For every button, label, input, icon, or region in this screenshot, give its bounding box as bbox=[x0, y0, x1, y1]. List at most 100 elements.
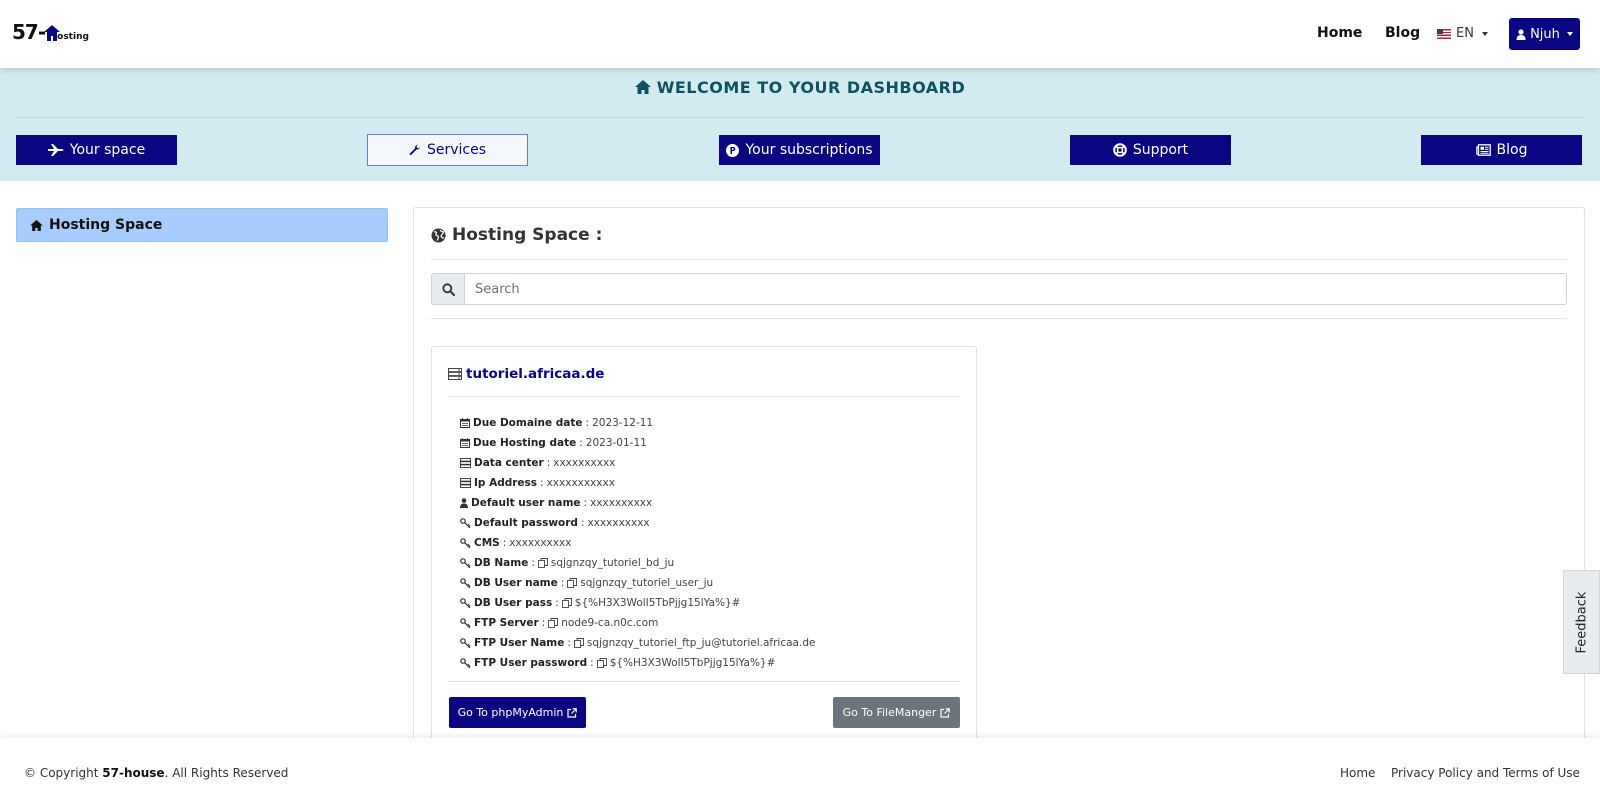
language-dropdown[interactable]: EN bbox=[1437, 26, 1488, 41]
info-row: DB User pass: ${%H3X3WolI5TbPjjg15lYa%}# bbox=[460, 593, 815, 613]
info-label: DB User pass bbox=[474, 597, 553, 609]
copy-icon[interactable] bbox=[537, 558, 548, 568]
info-row: CMS: xxxxxxxxxx bbox=[460, 533, 815, 553]
site-divider bbox=[448, 396, 960, 397]
company-name: 57-house bbox=[102, 766, 165, 780]
info-label: FTP User Name bbox=[474, 637, 565, 649]
site-logo[interactable]: 57- osting bbox=[12, 20, 89, 44]
parking-icon bbox=[726, 143, 740, 157]
server-icon bbox=[460, 458, 471, 468]
info-separator: : bbox=[541, 617, 546, 629]
info-label: Ip Address bbox=[474, 477, 538, 489]
info-label: DB Name bbox=[474, 557, 529, 569]
sidebar-item-hosting-space[interactable]: Hosting Space bbox=[16, 208, 388, 242]
external-link-icon bbox=[940, 707, 951, 718]
key-icon bbox=[460, 658, 471, 668]
copy-icon[interactable] bbox=[567, 578, 578, 588]
info-row: DB Name: sqjgnzqy_tutoriel_bd_ju bbox=[460, 553, 815, 573]
footer: © Copyright 57-house. All Rights Reserve… bbox=[0, 738, 1600, 805]
newspaper-icon bbox=[1475, 144, 1491, 156]
info-row: FTP Server: node9-ca.n0c.com bbox=[460, 613, 815, 633]
us-flag-icon bbox=[1437, 28, 1451, 39]
hosting-space-card: Hosting Space : tutoriel.africaa.de Due … bbox=[413, 207, 1585, 747]
info-separator: : bbox=[585, 417, 590, 429]
services-button[interactable]: Services bbox=[367, 134, 528, 166]
nav-link-blog[interactable]: Blog bbox=[1385, 25, 1420, 41]
sidebar-item-label: Hosting Space bbox=[49, 217, 163, 233]
your-space-button[interactable]: Your space bbox=[16, 135, 177, 165]
copy-icon[interactable] bbox=[561, 598, 572, 608]
user-icon bbox=[1516, 28, 1526, 40]
user-name: Njuh bbox=[1530, 26, 1560, 42]
info-separator: : bbox=[502, 537, 507, 549]
info-row: Data center: xxxxxxxxxx bbox=[460, 453, 815, 473]
subscriptions-button[interactable]: Your subscriptions bbox=[719, 135, 880, 165]
info-value: sqjgnzqy_tutoriel_bd_ju bbox=[550, 557, 675, 569]
info-row: DB User name: sqjgnzqy_tutoriel_user_ju bbox=[460, 573, 815, 593]
copy-icon[interactable] bbox=[548, 618, 559, 628]
info-value: xxxxxxxxxx bbox=[553, 457, 616, 469]
info-label: DB User name bbox=[474, 577, 558, 589]
copyright-text: © Copyright 57-house. All Rights Reserve… bbox=[24, 766, 289, 780]
footer-link-privacy[interactable]: Privacy Policy and Terms of Use bbox=[1391, 766, 1580, 780]
server-icon bbox=[460, 478, 471, 488]
info-row: Due Hosting date:2023-01-11 bbox=[460, 433, 815, 453]
footer-link-home[interactable]: Home bbox=[1340, 766, 1375, 780]
blog-button[interactable]: Blog bbox=[1421, 135, 1582, 165]
info-label: Data center bbox=[474, 457, 544, 469]
feedback-tab[interactable]: Feedback bbox=[1563, 570, 1600, 674]
copy-icon[interactable] bbox=[596, 658, 607, 668]
phpmyadmin-button[interactable]: Go To phpMyAdmin bbox=[449, 697, 586, 728]
site-info-list: Due Domaine date:2023-12-11 Due Hosting d… bbox=[460, 413, 815, 673]
search-divider bbox=[431, 318, 1567, 319]
chevron-down-icon bbox=[1566, 32, 1573, 36]
info-separator: : bbox=[590, 657, 594, 669]
info-label: FTP User password bbox=[474, 657, 588, 669]
globe-icon bbox=[431, 228, 446, 242]
info-separator: : bbox=[560, 577, 565, 589]
dashboard-title: WELCOME TO YOUR DASHBOARD bbox=[0, 78, 1600, 97]
fighter-jet-icon bbox=[47, 144, 64, 156]
home-icon bbox=[634, 80, 651, 94]
info-separator: : bbox=[579, 437, 583, 449]
calendar-icon bbox=[460, 438, 470, 448]
key-icon bbox=[460, 638, 471, 648]
language-label: EN bbox=[1456, 26, 1474, 41]
copy-icon[interactable] bbox=[573, 638, 584, 648]
filemanager-button[interactable]: Go To FileManger bbox=[833, 697, 960, 728]
logo-word: osting bbox=[57, 32, 89, 42]
info-row: FTP User password: ${%H3X3WolI5TbPjjg15lY… bbox=[460, 653, 815, 673]
page-title: Hosting Space : bbox=[431, 225, 602, 245]
site-domain-title[interactable]: tutoriel.africaa.de bbox=[448, 366, 604, 382]
search-button[interactable] bbox=[431, 273, 465, 305]
key-icon bbox=[460, 578, 471, 588]
info-separator: : bbox=[531, 557, 535, 569]
user-icon bbox=[460, 498, 468, 508]
info-separator: : bbox=[555, 597, 559, 609]
server-icon bbox=[448, 368, 462, 380]
info-row: Default user name: xxxxxxxxxx bbox=[460, 493, 815, 513]
title-divider bbox=[431, 259, 1567, 260]
dashboard-bar: WELCOME TO YOUR DASHBOARD Your space Ser… bbox=[0, 68, 1600, 181]
dashboard-divider bbox=[16, 117, 1584, 118]
key-icon bbox=[460, 618, 471, 628]
info-value: 2023-01-11 bbox=[585, 437, 647, 449]
info-value: xxxxxxxxxx bbox=[509, 537, 572, 549]
search-input[interactable] bbox=[465, 273, 1567, 305]
search-icon bbox=[441, 282, 455, 296]
support-button[interactable]: Support bbox=[1070, 135, 1231, 165]
info-value: xxxxxxxxxxx bbox=[546, 477, 615, 489]
info-row: Due Domaine date:2023-12-11 bbox=[460, 413, 815, 433]
info-value: xxxxxxxxxx bbox=[590, 497, 653, 509]
logo-number: 57- bbox=[12, 20, 46, 44]
info-value: 2023-12-11 bbox=[592, 417, 654, 429]
nav-link-home[interactable]: Home bbox=[1317, 25, 1362, 41]
info-label: Default password bbox=[474, 517, 578, 529]
info-label: Due Hosting date bbox=[473, 437, 577, 449]
info-separator: : bbox=[540, 477, 544, 489]
external-link-icon bbox=[567, 707, 578, 718]
info-value: sqjgnzqy_tutoriel_user_ju bbox=[580, 577, 714, 589]
key-icon bbox=[460, 538, 471, 548]
info-separator: : bbox=[546, 457, 551, 469]
user-menu-button[interactable]: Njuh bbox=[1509, 18, 1580, 50]
